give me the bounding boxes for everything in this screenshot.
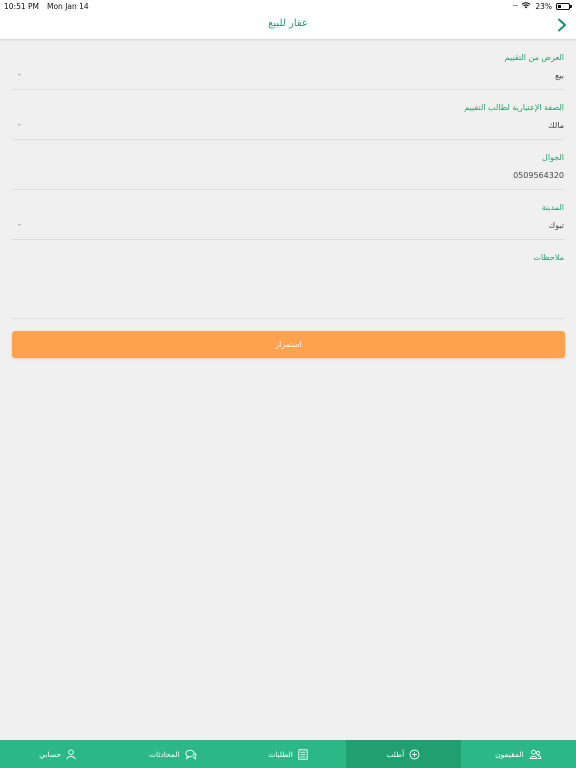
field-label: ملاحظات: [533, 253, 564, 262]
list-icon: [298, 748, 308, 760]
field-label: العرض من التقييم: [504, 53, 564, 62]
request-form: العرض من التقييم بيع - الصفة الإعتبارية …: [12, 40, 564, 319]
field-label: المدينة: [541, 203, 564, 212]
tab-label: أطلب: [386, 749, 405, 759]
field-label: الجوال: [542, 153, 564, 162]
dropdown-indicator[interactable]: -: [18, 70, 21, 79]
user-icon: [66, 748, 76, 759]
tab-orders[interactable]: الطلبات: [230, 740, 345, 768]
field-label: الصفة الإعتبارية لطالب التقييم: [464, 103, 564, 112]
tab-appraisers[interactable]: المقيمون: [461, 740, 576, 768]
signal-icon: ·····: [512, 2, 518, 10]
mobile-input[interactable]: 0509564320: [513, 171, 564, 180]
field-mobile[interactable]: الجوال 0509564320: [12, 140, 564, 190]
status-right: ····· 23%: [512, 1, 572, 11]
chat-icon: [184, 749, 197, 760]
chevron-right-icon: [558, 18, 566, 32]
field-applicant-capacity[interactable]: الصفة الإعتبارية لطالب التقييم مالك -: [12, 90, 564, 140]
field-value: مالك: [548, 121, 564, 130]
people-icon: [529, 749, 542, 759]
dropdown-indicator[interactable]: -: [18, 120, 21, 129]
plus-circle-icon: [409, 749, 420, 759]
field-value: بيع: [555, 71, 564, 80]
tab-label: المحادثات: [148, 749, 180, 759]
status-left: 10:51 PM Mon Jan 14: [4, 2, 89, 11]
dropdown-indicator[interactable]: -: [18, 220, 21, 229]
field-value: تبوك: [548, 221, 564, 230]
continue-button[interactable]: استمرار: [12, 331, 565, 358]
tab-chats[interactable]: المحادثات: [115, 740, 230, 768]
battery-percent: 23%: [535, 1, 552, 11]
battery-icon: [556, 2, 572, 10]
tab-label: الطلبات: [268, 749, 293, 759]
tab-account[interactable]: حسابي: [0, 740, 115, 768]
status-date: Mon Jan 14: [47, 1, 89, 11]
field-city[interactable]: المدينة تبوك -: [12, 190, 564, 240]
nav-bar: عقار للبيع: [0, 12, 576, 40]
wifi-icon: [521, 1, 531, 11]
tab-label: حسابي: [39, 749, 62, 759]
tab-bar: المقيمون أطلب الطلبات المحادثات حسابي: [0, 740, 576, 768]
status-bar: 10:51 PM Mon Jan 14 ····· 23%: [0, 0, 576, 12]
tab-request[interactable]: أطلب: [345, 740, 461, 768]
tab-label: المقيمون: [495, 749, 524, 759]
field-purpose[interactable]: العرض من التقييم بيع -: [12, 40, 564, 90]
back-button[interactable]: [552, 15, 572, 35]
field-notes[interactable]: ملاحظات: [12, 240, 564, 319]
status-time: 10:51 PM: [4, 1, 39, 11]
page-title: عقار للبيع: [268, 18, 308, 29]
